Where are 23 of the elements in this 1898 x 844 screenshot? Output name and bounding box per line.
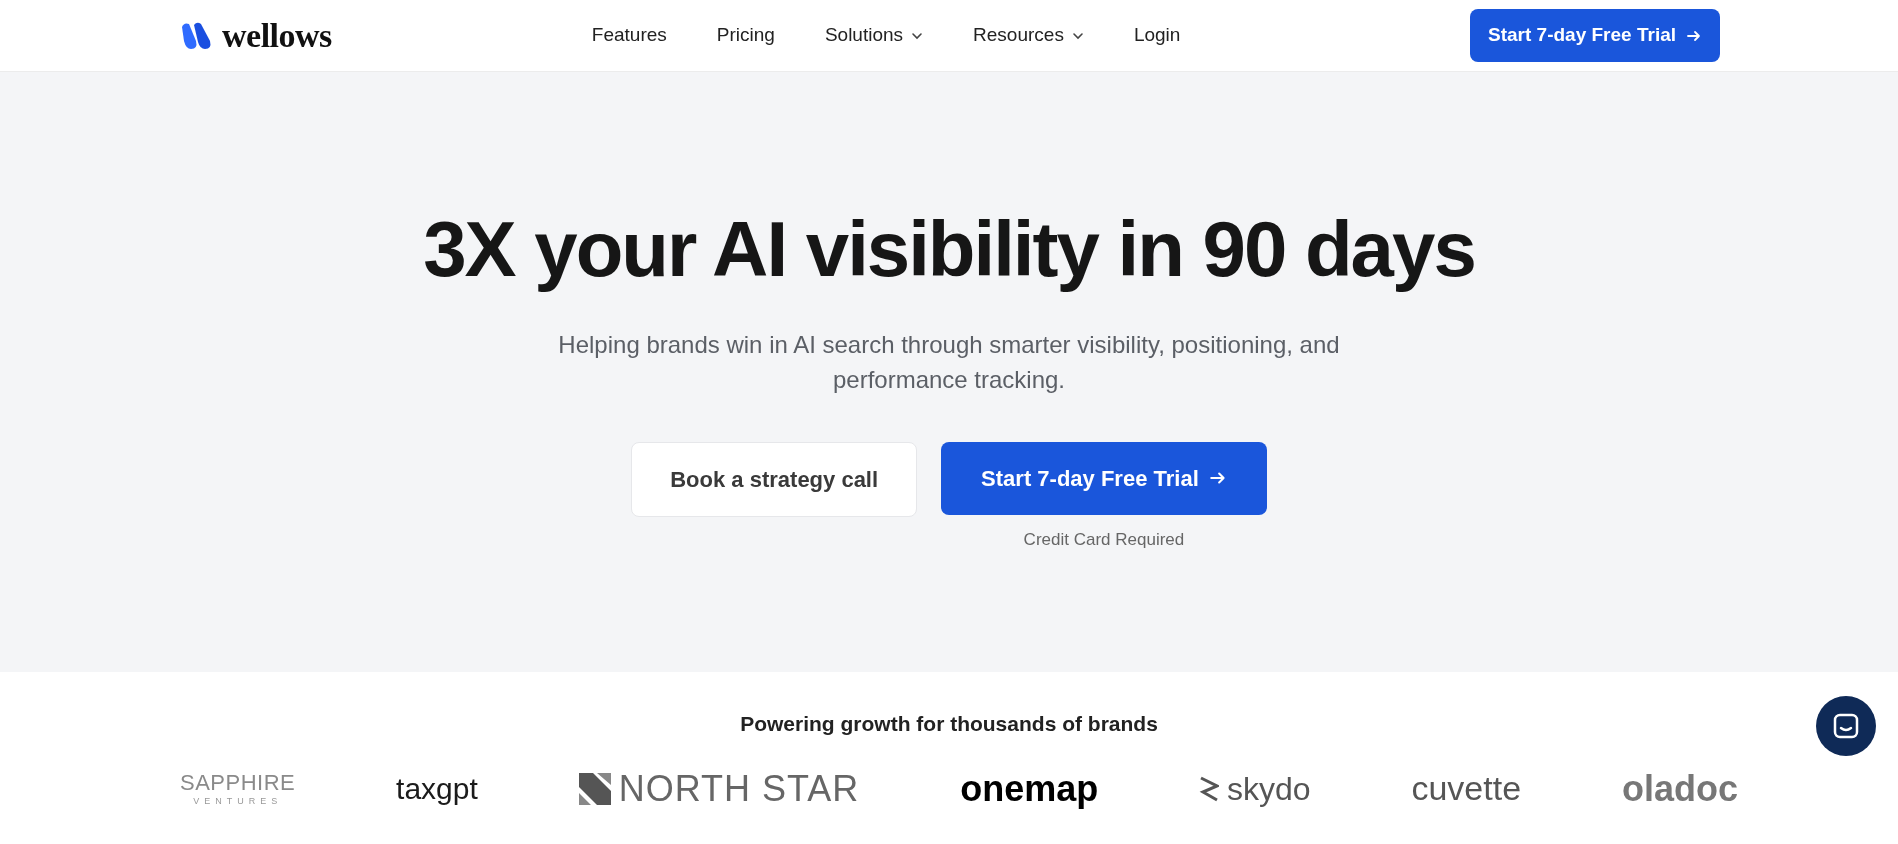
brand-logo: taxgpt: [396, 771, 478, 807]
chat-button[interactable]: [1816, 696, 1876, 756]
start-trial-button[interactable]: Start 7-day Free Trial: [941, 441, 1267, 515]
brand-logo-subtext: VENTURES: [193, 796, 283, 806]
logo-mark-icon: [578, 772, 611, 805]
chat-icon: [1833, 713, 1859, 739]
start-trial-button[interactable]: Start 7-day Free Trial: [1470, 9, 1720, 62]
brand-logo: skydo: [1227, 769, 1311, 809]
brand-logo: SAPPHIRE: [180, 771, 296, 794]
brand-logo: NORTH STAR: [618, 766, 860, 811]
book-call-button[interactable]: Book a strategy call: [631, 441, 918, 517]
brand-logo: oladoc: [1621, 766, 1738, 811]
nav-link[interactable]: Solutions: [824, 21, 924, 50]
brand-logo: cuvette: [1411, 768, 1522, 809]
hero-subtitle: Helping brands win in AI search through smarter visibility, positioning, and performance tracking.: [557, 330, 1341, 395]
nav-link[interactable]: Features: [591, 21, 667, 50]
nav-link[interactable]: Pricing: [716, 21, 775, 50]
nav-link[interactable]: Login: [1133, 21, 1181, 50]
credit-card-note: Credit Card Required: [1023, 528, 1185, 551]
brand-logo: onemap: [960, 766, 1099, 811]
nav-link[interactable]: Resources: [973, 21, 1084, 50]
logo-wordmark[interactable]: wellows: [222, 10, 332, 61]
brands-heading: Powering growth for thousands of brands: [740, 711, 1158, 737]
